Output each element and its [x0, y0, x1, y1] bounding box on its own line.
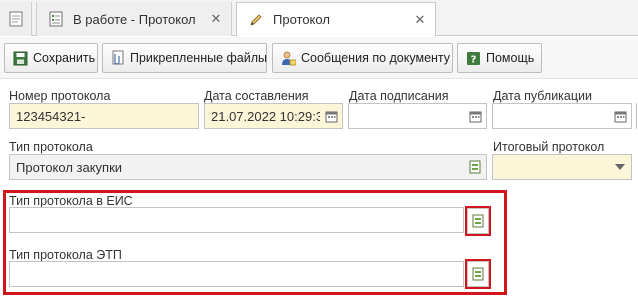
attached-files-button[interactable]: Прикрепленные файлы	[102, 43, 267, 73]
toolbar: Сохранить Прикрепленные файлы Сообщения …	[0, 37, 638, 79]
date-created-field[interactable]: 21.07.2022 10:29:3	[204, 103, 343, 129]
protocol-type-value: Протокол закупки	[16, 159, 123, 175]
help-icon: ?	[465, 50, 481, 66]
protocol-type-field[interactable]: Протокол закупки	[9, 154, 487, 180]
date-signed-field[interactable]	[348, 103, 487, 129]
tab-overflow[interactable]	[0, 2, 32, 36]
document-icon	[9, 11, 22, 27]
tab-in-progress-protocol[interactable]: В работе - Протокол ✕	[36, 2, 232, 36]
etp-type-lookup-button[interactable]	[467, 261, 489, 287]
save-button[interactable]: Сохранить	[4, 43, 98, 73]
date-published-label: Дата публикации	[493, 89, 593, 103]
eis-type-lookup-button[interactable]	[467, 208, 489, 234]
save-icon	[12, 50, 28, 66]
protocol-number-value: 123454321-	[16, 108, 86, 124]
eis-type-label: Тип протокола в ЕИС	[9, 194, 133, 208]
save-label: Сохранить	[33, 51, 96, 65]
date-created-label: Дата составления	[204, 89, 309, 103]
help-button[interactable]: ? Помощь	[457, 43, 542, 73]
etp-type-field[interactable]	[9, 261, 464, 287]
close-icon[interactable]: ✕	[209, 12, 223, 26]
lookup-icon[interactable]	[464, 155, 486, 179]
calendar-icon[interactable]	[320, 104, 342, 128]
eis-type-field[interactable]	[9, 207, 464, 233]
help-label: Помощь	[486, 51, 535, 65]
document-list-icon	[47, 10, 65, 28]
final-protocol-label: Итоговый протокол	[493, 140, 605, 154]
final-protocol-select[interactable]	[492, 154, 632, 180]
close-icon[interactable]: ✕	[413, 12, 427, 27]
lookup-icon	[468, 209, 488, 233]
tab-protocol[interactable]: Протокол ✕	[236, 2, 436, 37]
etp-type-label: Тип протокола ЭТП	[9, 248, 122, 262]
date-created-value: 21.07.2022 10:29:3	[211, 108, 320, 124]
tab-bar: В работе - Протокол ✕ Протокол ✕	[0, 0, 638, 37]
date-signed-label: Дата подписания	[349, 89, 449, 103]
calendar-icon[interactable]	[464, 104, 486, 128]
calendar-icon[interactable]	[609, 104, 631, 128]
date-published-field[interactable]	[492, 103, 632, 129]
tab-label: Протокол	[273, 12, 330, 27]
chevron-down-icon[interactable]	[609, 155, 631, 179]
attached-files-label: Прикрепленные файлы	[130, 51, 268, 65]
attachment-icon	[110, 50, 125, 66]
protocol-number-field[interactable]: 123454321-	[9, 103, 199, 129]
protocol-type-label: Тип протокола	[9, 140, 93, 154]
document-messages-label: Сообщения по документу	[301, 51, 451, 65]
pencil-icon	[247, 11, 265, 29]
document-messages-button[interactable]: Сообщения по документу	[272, 43, 453, 73]
tab-label: В работе - Протокол	[73, 11, 196, 27]
user-message-icon	[280, 50, 296, 66]
protocol-number-label: Номер протокола	[9, 89, 111, 103]
svg-text:?: ?	[470, 54, 476, 65]
lookup-icon	[468, 262, 488, 286]
